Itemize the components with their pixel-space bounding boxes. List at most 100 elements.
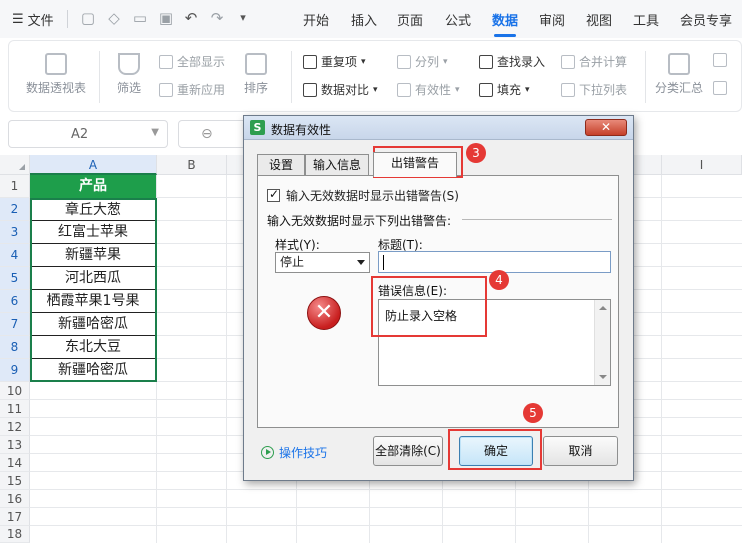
row-header[interactable]: 12	[0, 418, 30, 436]
text-caret	[383, 255, 384, 270]
tab-input-message[interactable]: 输入信息	[305, 154, 369, 176]
error-message-input[interactable]: 防止录入空格	[378, 299, 611, 386]
file-menu[interactable]: ☰ 文件	[12, 10, 54, 29]
tab-data[interactable]: 数据	[492, 10, 518, 37]
chevron-down-icon[interactable]: ▼	[151, 127, 159, 138]
row-header[interactable]: 10	[0, 382, 30, 400]
close-button[interactable]: ✕	[585, 119, 627, 136]
name-box[interactable]: A2 ▼	[8, 120, 168, 148]
column-header-i[interactable]: I	[662, 155, 742, 175]
tab-settings[interactable]: 设置	[257, 154, 305, 176]
table-row[interactable]: 新疆苹果	[30, 244, 156, 267]
data-validation-dialog: S 数据有效性 ✕ 设置 输入信息 出错警告 输入无效数据时显示出错警告(S) …	[243, 115, 634, 481]
redo-icon[interactable]: ↷	[208, 9, 226, 27]
data-compare-icon	[303, 82, 317, 97]
lookup-entry-icon	[479, 54, 493, 69]
show-all-button[interactable]: 全部显示	[159, 53, 225, 70]
checkbox-checked-icon[interactable]	[267, 187, 280, 202]
tab-member[interactable]: 会员专享	[680, 10, 732, 29]
tab-insert[interactable]: 插入	[351, 10, 377, 29]
row-header[interactable]: 8	[0, 336, 30, 359]
filter-label: 筛选	[116, 81, 141, 95]
chevron-down-icon[interactable]: ▾	[234, 9, 252, 27]
select-all-corner[interactable]	[0, 155, 30, 175]
export-icon[interactable]: ◇	[105, 9, 123, 27]
menu-bar: ☰ 文件 ▢ ◇ ▭ ▣ ↶ ↷ ▾ 开始 插入 页面 公式 数据 审阅 视图 …	[0, 0, 742, 38]
tab-home[interactable]: 开始	[303, 10, 329, 29]
save-icon[interactable]: ▢	[79, 9, 97, 27]
tips-label: 操作技巧	[279, 446, 328, 460]
dropdown-list-icon	[561, 82, 575, 97]
tab-formula[interactable]: 公式	[445, 10, 471, 29]
style-select[interactable]: 停止	[275, 252, 370, 273]
table-row[interactable]: 新疆哈密瓜	[30, 313, 156, 336]
group-icon[interactable]	[713, 53, 727, 67]
table-row[interactable]: 章丘大葱	[30, 198, 156, 221]
print-preview-icon[interactable]: ▣	[157, 9, 175, 27]
row-header[interactable]: 16	[0, 490, 30, 508]
merge-calc-button[interactable]: 合并计算	[561, 53, 627, 70]
text-to-columns-button[interactable]: 分列 ▾	[397, 53, 448, 70]
subtotal-button[interactable]: 分类汇总	[653, 53, 705, 96]
column-header-b[interactable]: B	[157, 155, 227, 175]
row-header[interactable]: 15	[0, 472, 30, 490]
scroll-up-icon[interactable]	[599, 306, 607, 310]
fill-button[interactable]: 填充 ▾	[479, 81, 530, 98]
tab-error-alert[interactable]: 出错警告	[373, 152, 457, 177]
reapply-button[interactable]: 重新应用	[159, 81, 225, 98]
undo-icon[interactable]: ↶	[182, 9, 200, 27]
lookup-entry-label: 查找录入	[497, 55, 546, 69]
row-header[interactable]: 3	[0, 221, 30, 244]
tips-link[interactable]: 操作技巧	[261, 444, 327, 461]
column-header-a[interactable]: A	[30, 155, 157, 175]
row-header[interactable]: 4	[0, 244, 30, 267]
print-icon[interactable]: ▭	[131, 9, 149, 27]
row-header[interactable]: 1	[0, 175, 30, 198]
row-header[interactable]: 6	[0, 290, 30, 313]
row-header[interactable]: 9	[0, 359, 30, 382]
show-all-icon	[159, 54, 173, 69]
row-header[interactable]: 14	[0, 454, 30, 472]
play-icon	[261, 446, 274, 459]
tab-page[interactable]: 页面	[397, 10, 423, 29]
scrollbar[interactable]	[594, 300, 610, 385]
chevron-down-icon: ▾	[443, 56, 448, 67]
duplicates-button[interactable]: 重复项 ▾	[303, 53, 366, 70]
table-row[interactable]: 东北大豆	[30, 336, 156, 359]
ungroup-icon[interactable]	[713, 81, 727, 95]
tab-view[interactable]: 视图	[586, 10, 612, 29]
clear-all-button[interactable]: 全部清除(C)	[373, 436, 443, 466]
row-header[interactable]: 11	[0, 400, 30, 418]
dropdown-list-button[interactable]: 下拉列表	[561, 81, 627, 98]
tab-tools[interactable]: 工具	[633, 10, 659, 29]
ok-button[interactable]: 确定	[459, 436, 533, 466]
chevron-down-icon: ▾	[361, 56, 366, 67]
cancel-button[interactable]: 取消	[543, 436, 618, 466]
scroll-down-icon[interactable]	[599, 375, 607, 379]
row-header[interactable]: 13	[0, 436, 30, 454]
chevron-down-icon[interactable]	[357, 260, 365, 265]
table-row[interactable]: 新疆哈密瓜	[30, 359, 156, 382]
pivot-table-label: 数据透视表	[25, 81, 86, 95]
row-header[interactable]: 17	[0, 508, 30, 526]
table-row[interactable]: 河北西瓜	[30, 267, 156, 290]
tab-review[interactable]: 审阅	[539, 10, 565, 29]
dialog-title-bar[interactable]: S 数据有效性 ✕	[244, 116, 633, 140]
row-header[interactable]: 7	[0, 313, 30, 336]
row-header[interactable]: 18	[0, 526, 30, 543]
show-error-checkbox[interactable]: 输入无效数据时显示出错警告(S)	[267, 187, 459, 204]
cell-a1-header[interactable]: 产品	[30, 175, 156, 198]
validity-button[interactable]: 有效性 ▾	[397, 81, 460, 98]
table-row[interactable]: 红富士苹果	[30, 221, 156, 244]
error-stop-icon: ✕	[307, 296, 341, 330]
sort-button[interactable]: 排序	[239, 53, 273, 96]
row-header[interactable]: 5	[0, 267, 30, 290]
row-header[interactable]: 2	[0, 198, 30, 221]
grid-line	[30, 507, 742, 508]
data-compare-button[interactable]: 数据对比 ▾	[303, 81, 378, 98]
data-compare-label: 数据对比	[321, 83, 370, 97]
filter-button[interactable]: 筛选	[109, 53, 149, 96]
table-row[interactable]: 栖霞苹果1号果	[30, 290, 156, 313]
pivot-table-button[interactable]: 数据透视表	[25, 53, 87, 96]
lookup-entry-button[interactable]: 查找录入	[479, 53, 545, 70]
